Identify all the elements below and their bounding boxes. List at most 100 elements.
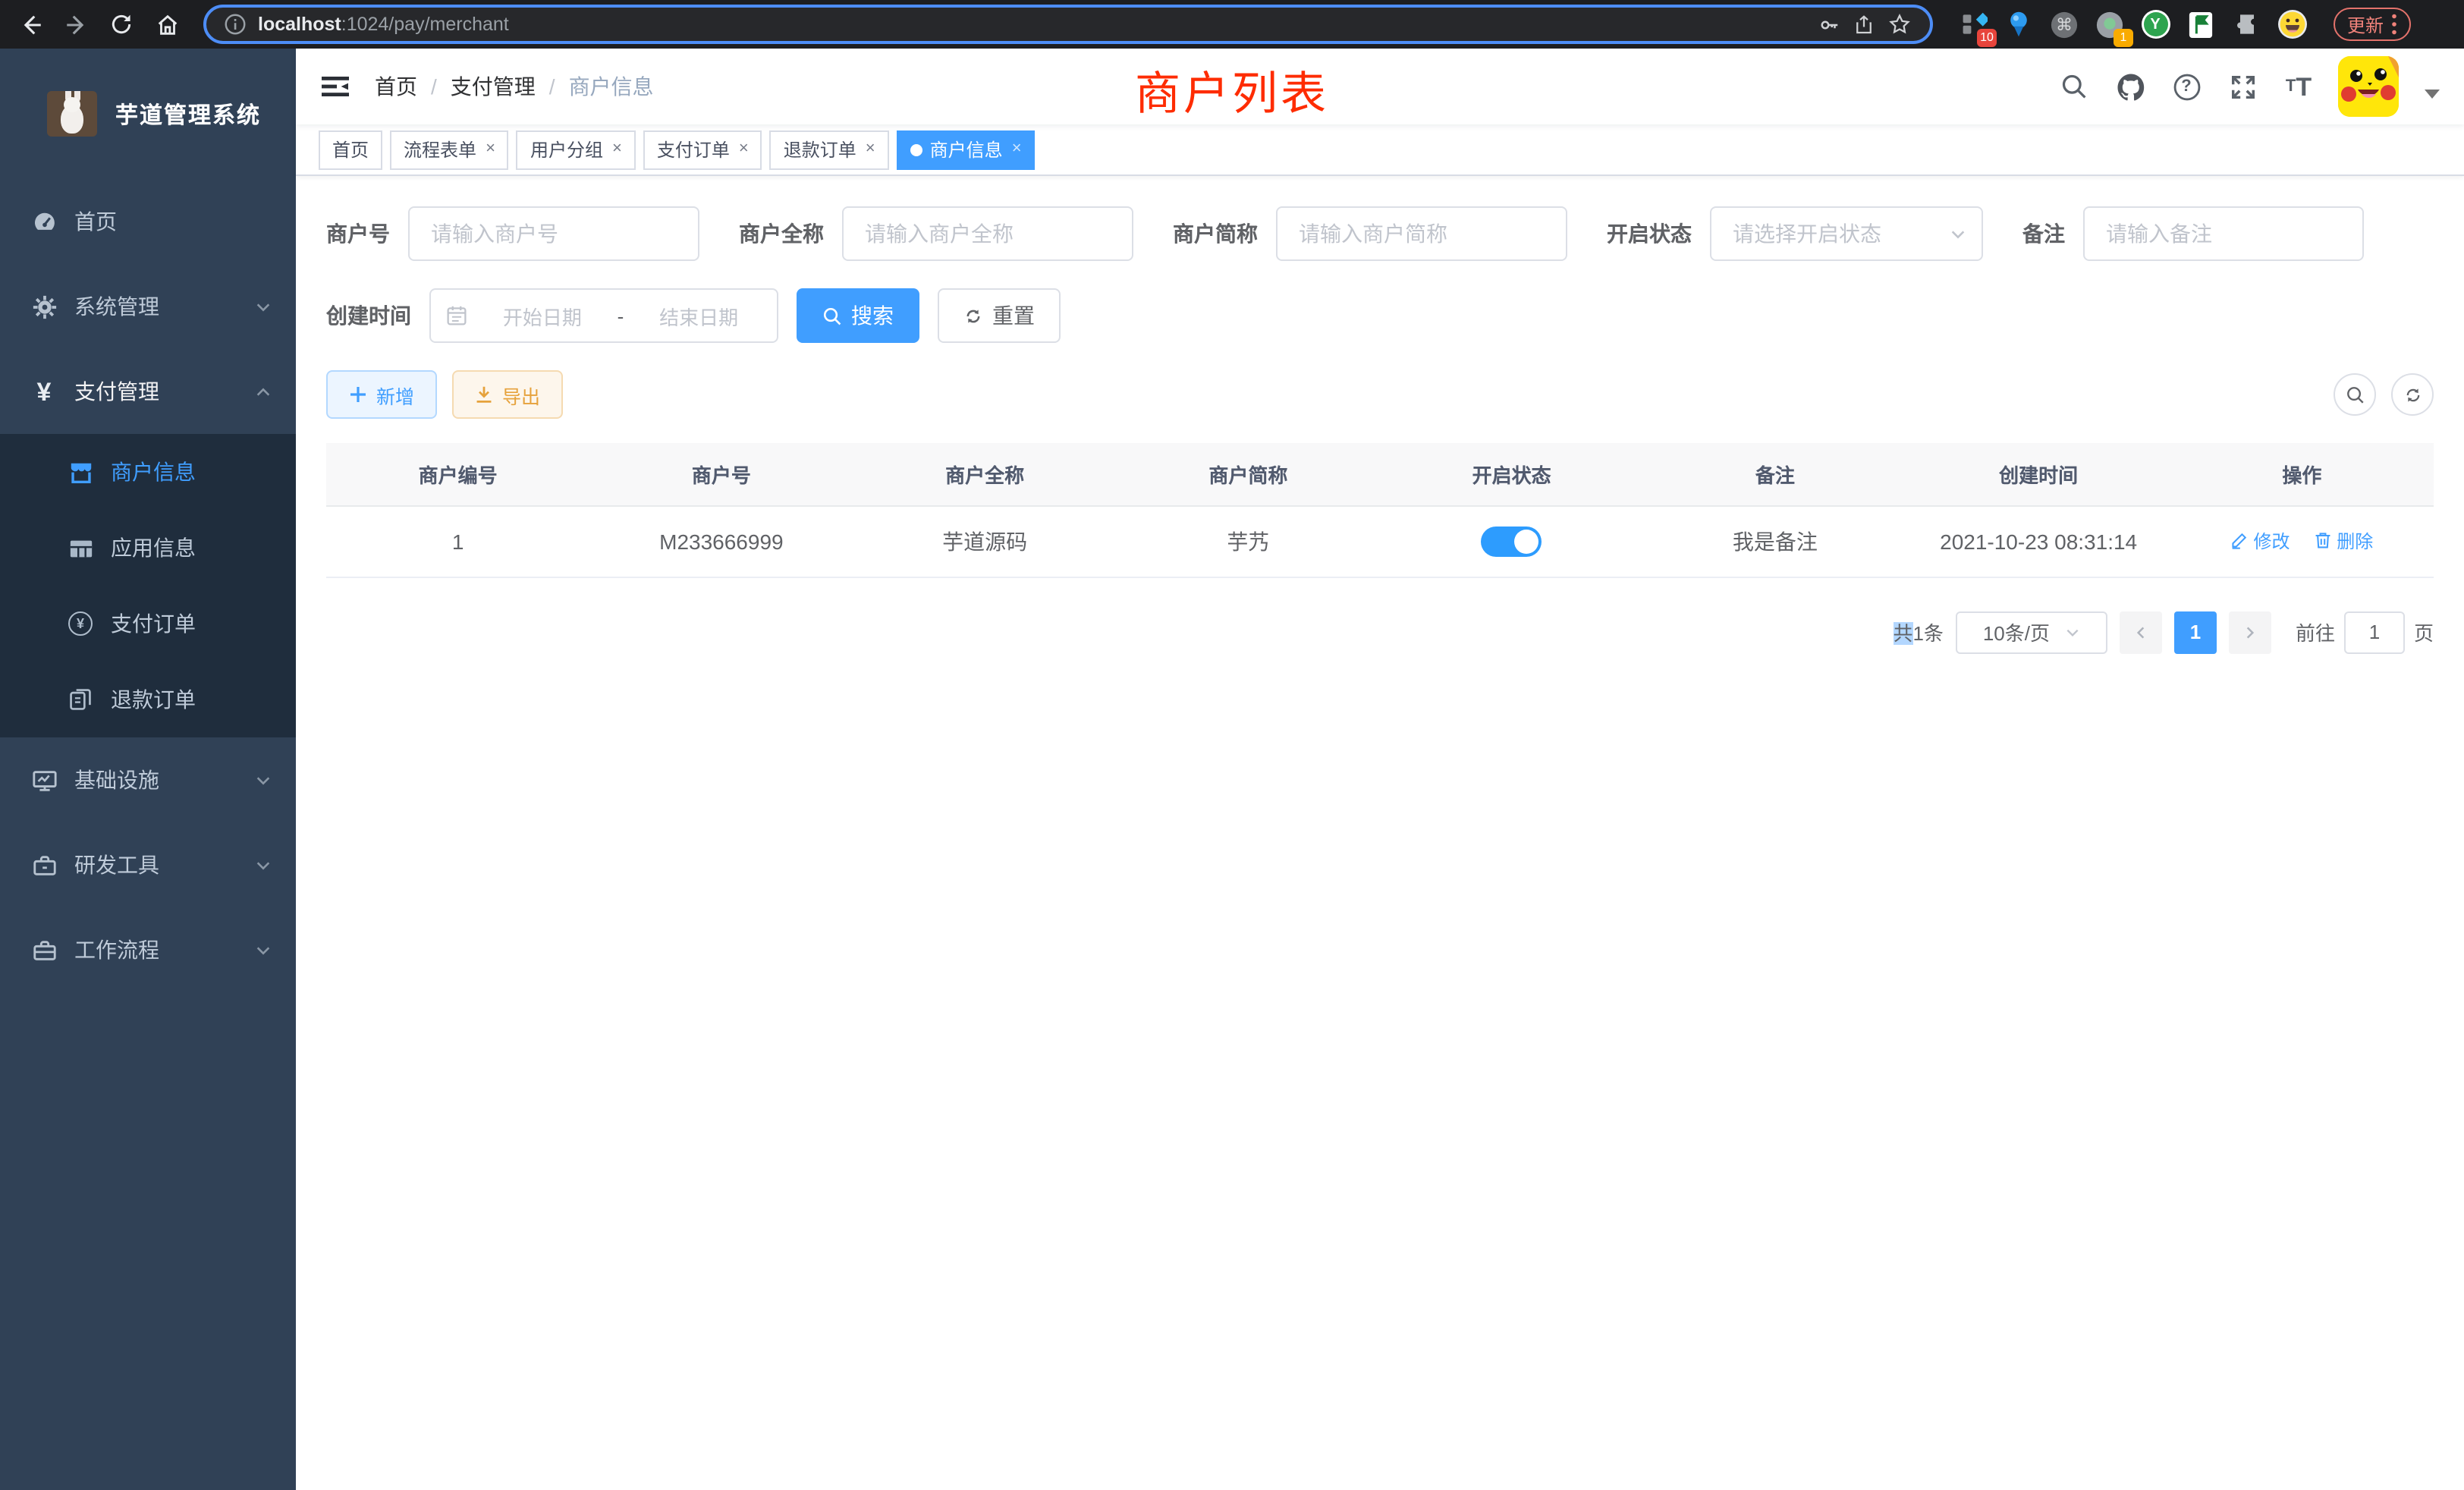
short-name-input[interactable] (1276, 206, 1567, 261)
search-icon (822, 306, 842, 325)
share-icon[interactable] (1853, 13, 1875, 36)
search-icon[interactable] (2057, 70, 2091, 103)
password-key-icon[interactable] (1818, 13, 1840, 36)
font-size-icon[interactable]: TT (2282, 70, 2315, 103)
sidebar-item-label: 工作流程 (74, 935, 255, 965)
status-select[interactable]: 请选择开启状态 (1710, 206, 1983, 261)
breadcrumb-pay[interactable]: 支付管理 (451, 71, 536, 102)
breadcrumb-home[interactable]: 首页 (375, 71, 417, 102)
extension-puzzle-icon[interactable] (2230, 8, 2262, 40)
fullscreen-icon[interactable] (2226, 70, 2259, 103)
sidebar-item-infrastructure[interactable]: 基础设施 (0, 737, 296, 822)
next-page-button[interactable] (2229, 611, 2271, 653)
filter-short-name: 商户简称 (1173, 206, 1567, 261)
close-icon[interactable]: × (866, 141, 875, 158)
reset-button[interactable]: 重置 (938, 288, 1061, 343)
toolbox-icon (30, 851, 58, 879)
browser-back-button[interactable] (12, 6, 49, 42)
cell-merchant-id: 1 (326, 505, 589, 577)
sidebar-item-dev-tools[interactable]: 研发工具 (0, 822, 296, 907)
extension-y-icon[interactable]: Y (2139, 8, 2171, 40)
browser-menu-icon[interactable] (2391, 14, 2397, 35)
tab-pay-order[interactable]: 支付订单× (643, 130, 762, 169)
app-title: 芋道管理系统 (115, 98, 261, 130)
sidebar-item-label: 支付订单 (111, 608, 272, 639)
sidebar-item-pay[interactable]: ¥ 支付管理 (0, 349, 296, 434)
full-name-input[interactable] (842, 206, 1133, 261)
extension-command-icon[interactable]: ⌘ (2048, 8, 2080, 40)
merchant-no-input[interactable] (408, 206, 699, 261)
page-number-1[interactable]: 1 (2174, 611, 2217, 653)
tab-user-group[interactable]: 用户分组× (517, 130, 636, 169)
update-label: 更新 (2347, 11, 2384, 37)
sidebar-item-merchant-info[interactable]: 商户信息 (0, 434, 296, 510)
documents-icon (67, 686, 94, 713)
sidebar-fold-icon[interactable] (320, 71, 350, 102)
app-logo[interactable]: 芋道管理系统 (0, 49, 296, 179)
toolbar-right (2334, 373, 2434, 416)
goto-page: 前往 页 (2296, 611, 2434, 653)
avatar-caret-icon[interactable] (2425, 90, 2440, 99)
tab-process-form[interactable]: 流程表单× (390, 130, 509, 169)
sidebar-item-label: 商户信息 (111, 457, 272, 487)
status-switch[interactable] (1482, 526, 1542, 556)
extension-pin-icon[interactable] (2003, 8, 2035, 40)
browser-home-button[interactable] (149, 6, 185, 42)
extension-recorder-icon[interactable]: 1 (2094, 8, 2126, 40)
main-content: 商户号 商户全称 商户简称 开启状态 请选择开启状态 (296, 176, 2464, 1490)
tab-refund-order[interactable]: 退款订单× (770, 130, 889, 169)
remark-input[interactable] (2083, 206, 2364, 261)
briefcase-icon (30, 936, 58, 963)
edit-link[interactable]: 修改 (2230, 528, 2290, 554)
close-icon[interactable]: × (1012, 141, 1022, 158)
chevron-down-icon (2065, 624, 2080, 640)
filter-row-2: 创建时间 开始日期 - 结束日期 搜索 重置 (326, 288, 2434, 343)
help-icon[interactable]: ? (2170, 70, 2203, 103)
sidebar-item-refund-order[interactable]: 退款订单 (0, 662, 296, 737)
prev-page-button[interactable] (2120, 611, 2162, 653)
date-start-placeholder[interactable]: 开始日期 (479, 301, 605, 330)
close-icon[interactable]: × (486, 141, 495, 158)
col-full-name: 商户全称 (853, 443, 1117, 505)
delete-link[interactable]: 删除 (2314, 528, 2373, 554)
site-info-icon[interactable] (225, 14, 246, 35)
github-icon[interactable] (2114, 70, 2147, 103)
sidebar-item-workflow[interactable]: 工作流程 (0, 907, 296, 992)
filter-label: 商户全称 (739, 218, 842, 249)
sidebar-item-app-info[interactable]: 应用信息 (0, 510, 296, 586)
url-host: localhost (258, 14, 341, 35)
browser-toolbar: localhost:1024/pay/merchant 10 ⌘ 1 (0, 0, 2464, 49)
tab-merchant-info[interactable]: 商户信息× (897, 130, 1036, 169)
edit-pencil-icon (2230, 532, 2249, 550)
grid-table-icon (67, 534, 94, 561)
filter-full-name: 商户全称 (739, 206, 1133, 261)
goto-page-input[interactable] (2344, 611, 2405, 653)
refresh-table-button[interactable] (2391, 373, 2434, 416)
question-glyph: ? (2181, 77, 2191, 96)
breadcrumb-current: 商户信息 (569, 71, 654, 102)
user-avatar[interactable] (2338, 56, 2399, 117)
bookmark-star-icon[interactable] (1887, 12, 1912, 36)
browser-update-button[interactable]: 更新 (2334, 8, 2411, 41)
address-bar[interactable]: localhost:1024/pay/merchant (203, 5, 1933, 44)
close-icon[interactable]: × (612, 141, 622, 158)
sidebar-item-home[interactable]: 首页 (0, 179, 296, 264)
browser-forward-button[interactable] (58, 6, 94, 42)
extension-grid-icon[interactable]: 10 (1957, 8, 1989, 40)
toggle-search-button[interactable] (2334, 373, 2376, 416)
sidebar-item-system[interactable]: 系统管理 (0, 264, 296, 349)
extension-flag-icon[interactable] (2185, 8, 2217, 40)
add-button[interactable]: 新增 (326, 370, 437, 419)
close-icon[interactable]: × (739, 141, 749, 158)
chevron-down-icon (255, 857, 272, 873)
date-range-picker[interactable]: 开始日期 - 结束日期 (429, 288, 778, 343)
profile-emoji-avatar[interactable] (2276, 8, 2308, 40)
breadcrumb-separator: / (549, 74, 555, 99)
sidebar-item-pay-order[interactable]: ¥ 支付订单 (0, 586, 296, 662)
browser-reload-button[interactable] (103, 6, 140, 42)
export-button[interactable]: 导出 (452, 370, 563, 419)
date-end-placeholder[interactable]: 结束日期 (636, 301, 762, 330)
search-button[interactable]: 搜索 (797, 288, 919, 343)
page-size-select[interactable]: 10条/页 (1956, 611, 2107, 653)
tab-home[interactable]: 首页 (319, 130, 382, 169)
